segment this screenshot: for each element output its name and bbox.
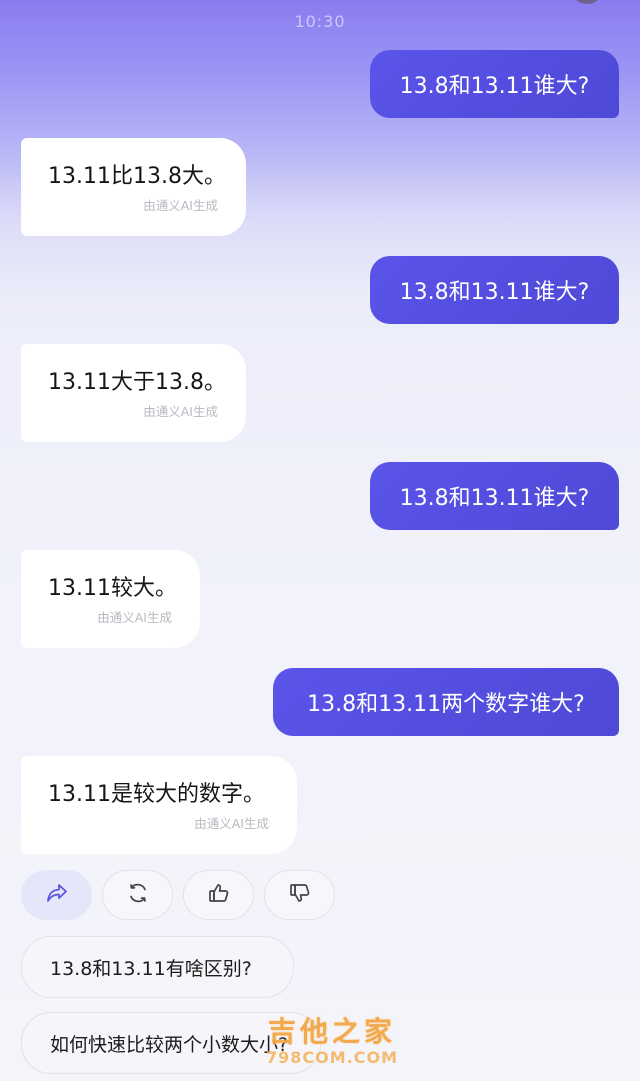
- ai-message: 13.11大于13.8。 由通义AI生成: [21, 344, 246, 442]
- status-time: 10:30: [294, 12, 346, 31]
- user-message-text: 13.8和13.11两个数字谁大?: [307, 692, 585, 717]
- ai-source-label: 由通义AI生成: [97, 610, 172, 625]
- dislike-button[interactable]: [264, 870, 335, 920]
- refresh-icon: [126, 881, 150, 909]
- message-actions: [21, 870, 335, 920]
- user-message: 13.8和13.11谁大?: [370, 462, 619, 530]
- ai-source-label: 由通义AI生成: [194, 816, 269, 831]
- user-message: 13.8和13.11谁大?: [370, 50, 619, 118]
- share-button[interactable]: [21, 870, 92, 920]
- ai-message-text: 13.11大于13.8。: [48, 370, 226, 395]
- user-message: 13.8和13.11谁大?: [370, 256, 619, 324]
- watermark: 吉他之家 798COM.COM: [252, 1010, 412, 1067]
- thumbs-down-icon: [288, 881, 312, 909]
- like-button[interactable]: [183, 870, 254, 920]
- ai-message: 13.11比13.8大。 由通义AI生成: [21, 138, 246, 236]
- ai-message: 13.11较大。 由通义AI生成: [21, 550, 200, 648]
- avatar[interactable]: [572, 0, 602, 4]
- share-icon: [45, 882, 69, 908]
- user-message-text: 13.8和13.11谁大?: [399, 280, 590, 305]
- ai-source-label: 由通义AI生成: [143, 198, 218, 213]
- ai-source-label: 由通义AI生成: [143, 404, 218, 419]
- suggestion-text: 13.8和13.11有啥区别?: [50, 957, 252, 980]
- user-message-text: 13.8和13.11谁大?: [399, 486, 590, 511]
- ai-message-text: 13.11比13.8大。: [48, 164, 226, 189]
- user-message: 13.8和13.11两个数字谁大?: [273, 668, 619, 736]
- ai-message: 13.11是较大的数字。 由通义AI生成: [21, 756, 297, 854]
- thumbs-up-icon: [207, 881, 231, 909]
- suggestion-chip[interactable]: 13.8和13.11有啥区别?: [21, 936, 294, 998]
- regenerate-button[interactable]: [102, 870, 173, 920]
- ai-message-text: 13.11较大。: [48, 576, 177, 601]
- user-message-text: 13.8和13.11谁大?: [399, 74, 590, 99]
- watermark-subtitle: 798COM.COM: [265, 1048, 398, 1067]
- watermark-title: 吉他之家: [267, 1015, 396, 1048]
- ai-message-text: 13.11是较大的数字。: [48, 782, 265, 807]
